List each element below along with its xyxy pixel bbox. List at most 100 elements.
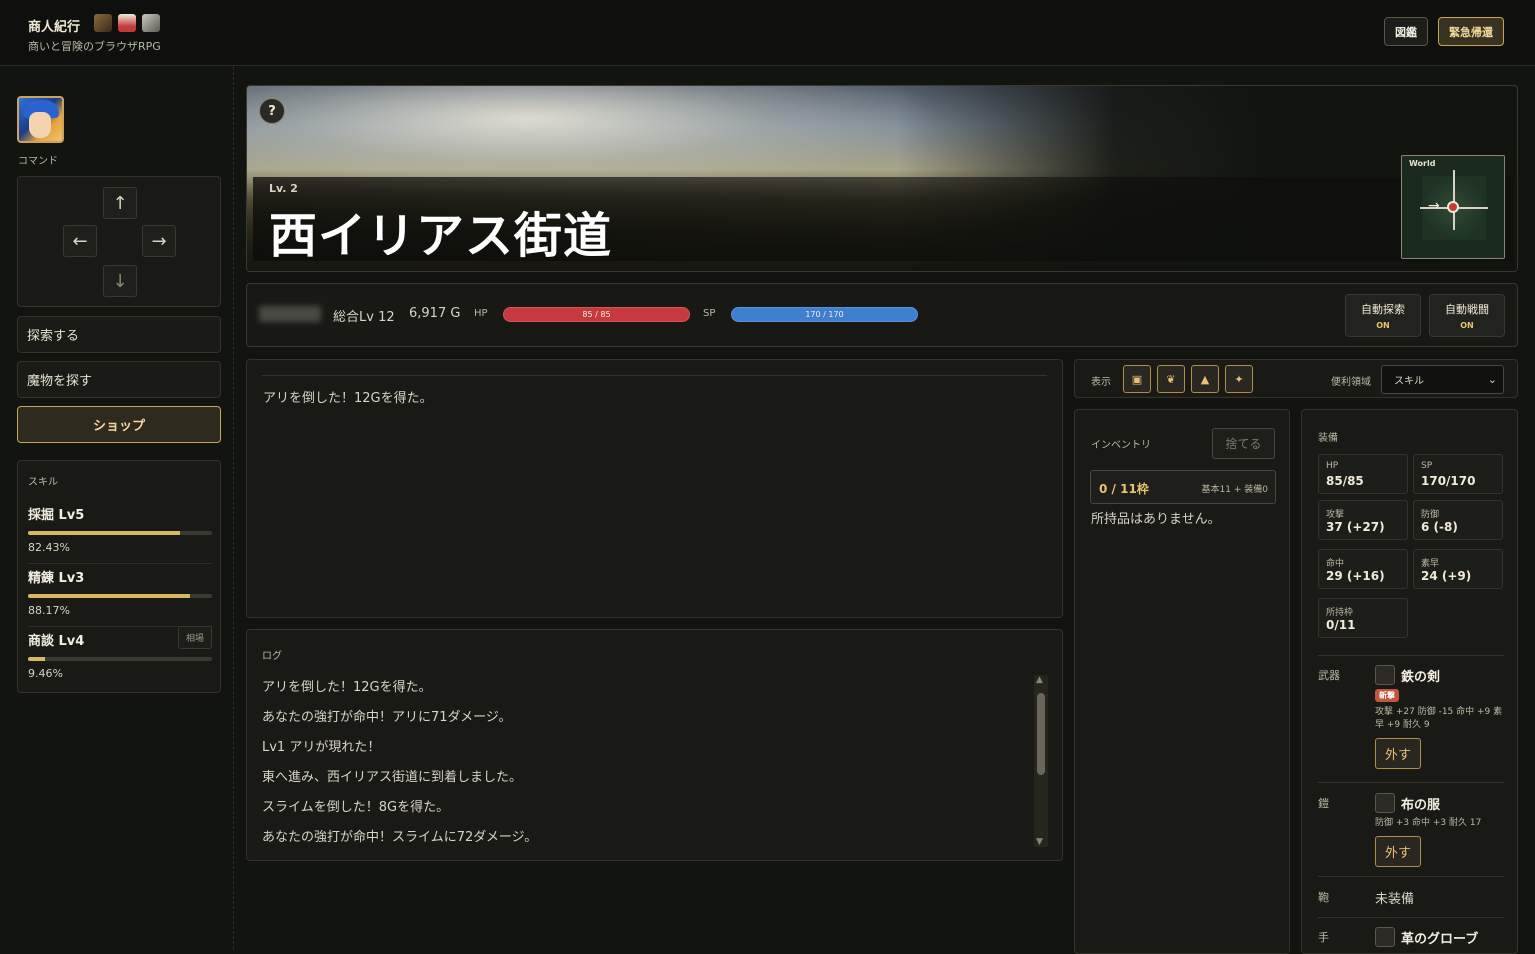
skill-percent: 88.17% xyxy=(28,604,70,617)
skill-item: 商談 Lv4 相場 9.46% xyxy=(28,626,212,680)
sparkle-icon[interactable]: ✦ xyxy=(1225,365,1253,393)
stat-value: 6 (-8) xyxy=(1421,520,1458,534)
stat-value: 29 (+16) xyxy=(1326,569,1385,583)
move-right-button[interactable]: → xyxy=(142,225,176,257)
app-subtitle: 商いと冒険のブラウザRPG xyxy=(28,40,161,53)
skill-item: 採掘 Lv5 82.43% xyxy=(28,504,212,564)
hand-item: 革のグローブ xyxy=(1375,927,1478,947)
skill-progress-fill xyxy=(28,531,180,535)
unequip-armor-button[interactable]: 外す xyxy=(1375,836,1421,867)
stat-value: 85/85 xyxy=(1326,474,1364,488)
sidebar: コマンド ↑ ← → ↓ 探索する 魔物を探す ショップ スキル 採掘 Lv5 … xyxy=(0,67,234,949)
stat-label: HP xyxy=(1326,461,1339,471)
stat-label: 素早 xyxy=(1421,559,1440,569)
search-monster-button[interactable]: 魔物を探す xyxy=(17,361,221,398)
stat-speed: 素早 24 (+9) xyxy=(1413,549,1503,589)
quick-area-value: スキル xyxy=(1394,376,1424,387)
log-scrollbar[interactable]: ▲ ▼ xyxy=(1034,675,1048,847)
quick-area-select[interactable]: スキル ⌄ xyxy=(1381,365,1504,394)
log-title: ログ xyxy=(262,651,282,662)
glove-icon xyxy=(1375,927,1395,947)
log-entry: スライムを倒した！8Gを得た。 xyxy=(262,800,450,815)
stat-value: 24 (+9) xyxy=(1421,569,1472,583)
explore-button[interactable]: 探索する xyxy=(17,316,221,353)
scroll-thumb[interactable] xyxy=(1037,693,1045,775)
scroll-down-icon[interactable]: ▼ xyxy=(1036,837,1043,847)
app-title: 商人紀行 xyxy=(28,14,161,36)
view-label: 表示 xyxy=(1091,377,1111,388)
skill-progress-fill xyxy=(28,594,191,598)
market-price-button[interactable]: 相場 xyxy=(177,626,212,649)
auto-explore-toggle[interactable]: 自動探索 ON xyxy=(1345,294,1421,337)
stat-accuracy: 命中 29 (+16) xyxy=(1318,549,1408,589)
avatar[interactable] xyxy=(17,96,64,143)
auto-battle-toggle[interactable]: 自動戦闘 ON xyxy=(1429,294,1505,337)
log-entry: あなたの強打が命中！アリに71ダメージ。 xyxy=(262,710,512,725)
direction-pad: ↑ ← → ↓ xyxy=(17,176,221,307)
stat-defense: 防御 6 (-8) xyxy=(1413,500,1503,540)
slots-detail: 基本11 + 装備0 xyxy=(1201,485,1268,495)
log-list: アリを倒した！12Gを得た。 あなたの強打が命中！アリに71ダメージ。 Lv1 … xyxy=(262,676,537,856)
encyclopedia-button[interactable]: 図鑑 xyxy=(1384,17,1428,46)
minimap-label: World xyxy=(1409,159,1436,168)
pickaxe-icon xyxy=(94,14,113,32)
bag-slot-label: 鞄 xyxy=(1318,891,1329,904)
log-entry: 東へ進み、西イリアス街道に到着しました。 xyxy=(262,770,523,785)
weapon-name: 鉄の剣 xyxy=(1401,669,1441,685)
equipment-panel: 装備 HP 85/85 SP 170/170 攻撃 37 (+27) 防御 6 (-8)… xyxy=(1301,409,1518,954)
log-entry: アリを倒した！12Gを得た。 xyxy=(262,680,432,695)
weapon-stats: 攻撃 +27 防御 -15 命中 +9 素早 +9 耐久 9 xyxy=(1375,707,1503,730)
mountain-icon[interactable]: ▲ xyxy=(1191,365,1219,393)
potion-icon xyxy=(118,14,137,32)
chest-icon[interactable]: ▣ xyxy=(1123,365,1151,393)
stat-hp: HP 85/85 xyxy=(1318,454,1408,494)
sp-bar: 170 / 170 xyxy=(731,307,918,322)
hp-label: HP xyxy=(474,308,488,319)
hand-slot-label: 手 xyxy=(1318,931,1329,944)
move-left-button[interactable]: ← xyxy=(63,225,97,257)
stat-attack: 攻撃 37 (+27) xyxy=(1318,500,1408,540)
stat-value: 37 (+27) xyxy=(1326,520,1385,534)
player-status-bar: 総合Lv 12 6,917 G HP 85 / 85 SP 170 / 170 … xyxy=(246,283,1518,347)
weapon-badge: 新撃 xyxy=(1375,689,1399,702)
view-toolbar: 表示 ▣ ❦ ▲ ✦ 便利領域 スキル ⌄ xyxy=(1074,359,1518,398)
stat-label: 防御 xyxy=(1421,510,1440,520)
shop-button[interactable]: ショップ xyxy=(17,406,221,443)
hand-name: 革のグローブ xyxy=(1401,931,1479,947)
stat-label: 所持枠 xyxy=(1326,608,1354,618)
auto-explore-state: ON xyxy=(1376,321,1390,330)
stat-value: 0/11 xyxy=(1326,618,1356,632)
weapon-item: 鉄の剣 新撃 攻撃 +27 防御 -15 命中 +9 素早 +9 耐久 9 外す xyxy=(1375,665,1507,769)
move-down-button[interactable]: ↓ xyxy=(103,265,137,297)
armor-stats: 防御 +3 命中 +3 耐久 17 xyxy=(1375,818,1482,828)
weapon-slot-label: 武器 xyxy=(1318,669,1340,682)
skills-panel: スキル 採掘 Lv5 82.43% 精錬 Lv3 88.17% 商談 Lv4 相… xyxy=(17,460,221,693)
emergency-return-button[interactable]: 緊急帰還 xyxy=(1438,17,1504,46)
slots-value: 0 / 11枠 xyxy=(1099,482,1149,496)
chevron-down-icon: ⌄ xyxy=(1487,373,1497,386)
inventory-empty-text: 所持品はありません。 xyxy=(1091,512,1221,527)
command-label: コマンド xyxy=(18,156,58,167)
hp-bar: 85 / 85 xyxy=(503,307,690,322)
skill-name: 採掘 Lv5 xyxy=(28,508,85,523)
unequip-weapon-button[interactable]: 外す xyxy=(1375,738,1421,769)
location-banner: ? Lv. 2 西イリアス街道 World → xyxy=(246,85,1518,272)
current-position-marker xyxy=(1447,201,1459,213)
scroll-up-icon[interactable]: ▲ xyxy=(1036,675,1043,685)
discard-button[interactable]: 捨てる xyxy=(1212,428,1275,459)
ore-icon xyxy=(142,14,161,32)
armor-slot-label: 鎧 xyxy=(1318,797,1329,810)
location-name: 西イリアス街道 xyxy=(269,208,613,264)
skill-item: 精錬 Lv3 88.17% xyxy=(28,567,212,627)
stat-label: 命中 xyxy=(1326,559,1345,569)
inventory-title: インベントリ xyxy=(1091,440,1151,451)
move-up-button[interactable]: ↑ xyxy=(103,187,137,219)
help-button[interactable]: ? xyxy=(259,98,285,124)
armor-item: 布の服 防御 +3 命中 +3 耐久 17 外す xyxy=(1375,793,1507,867)
log-panel: ログ アリを倒した！12Gを得た。 あなたの強打が命中！アリに71ダメージ。 L… xyxy=(246,629,1063,861)
message-panel: アリを倒した！12Gを得た。 xyxy=(246,359,1063,618)
world-minimap[interactable]: World → xyxy=(1401,155,1505,259)
wings-icon[interactable]: ❦ xyxy=(1157,365,1185,393)
armor-name: 布の服 xyxy=(1401,797,1441,813)
inventory-panel: インベントリ 捨てる 0 / 11枠 基本11 + 装備0 所持品はありません。 xyxy=(1074,409,1290,954)
